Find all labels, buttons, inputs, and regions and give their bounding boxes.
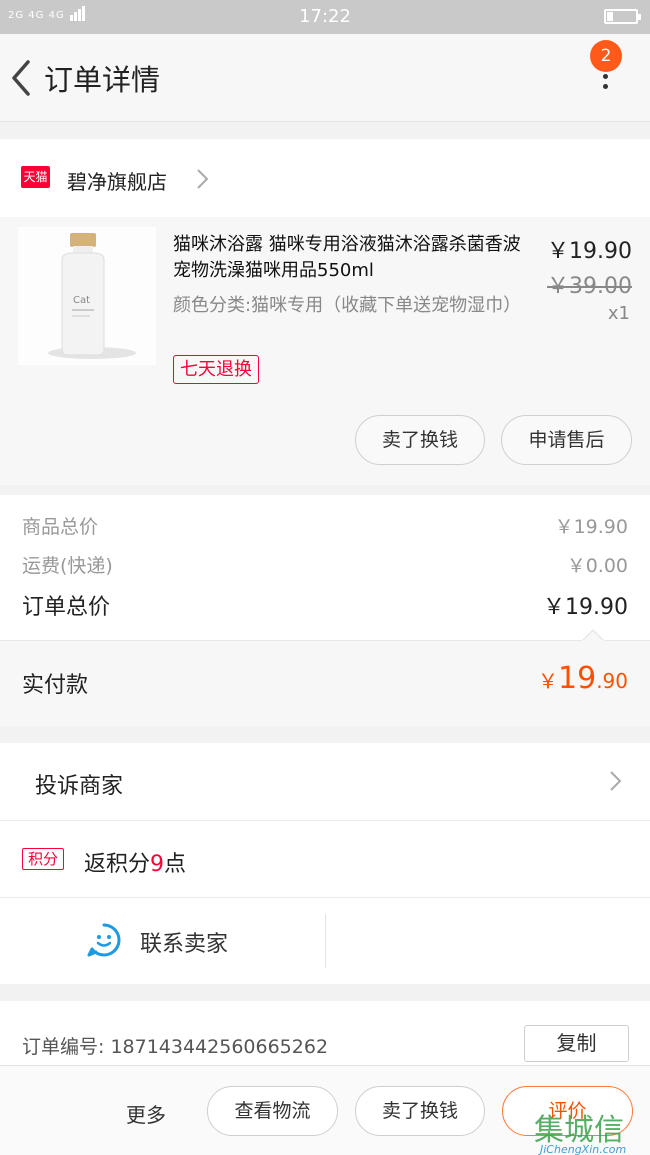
summary-row-subtotal: 商品总价 ￥19.90: [22, 512, 628, 539]
divider: [325, 914, 326, 968]
page-title: 订单详情: [44, 63, 161, 97]
paid-amount: ￥19.90: [538, 661, 628, 696]
paid-currency: ￥: [538, 669, 558, 693]
points-suffix: 点: [164, 852, 187, 877]
summary-value: ￥0.00: [566, 555, 628, 577]
points-number: 9: [150, 852, 165, 877]
summary-row-total: 订单总价 ￥19.90: [22, 589, 628, 621]
summary-label: 商品总价: [22, 516, 99, 538]
chat-bubble-icon: [87, 923, 121, 957]
points-text: 返积分9点: [84, 846, 186, 878]
tmall-logo: 天猫: [21, 166, 50, 188]
summary-label: 订单总价: [22, 595, 111, 620]
summary-label: 运费(快递): [22, 555, 113, 577]
more-button[interactable]: 更多: [126, 1099, 166, 1128]
after-sales-button[interactable]: 申请售后: [501, 415, 632, 465]
contact-seller-row: 联系卖家: [0, 898, 650, 984]
shop-row[interactable]: 天猫 碧净旗舰店: [0, 139, 650, 217]
original-price: ￥39.00: [547, 274, 632, 299]
chevron-right-icon: [610, 771, 622, 791]
points-row: 积分 返积分9点: [0, 821, 650, 898]
product-thumbnail[interactable]: Cat: [18, 227, 156, 365]
paid-amount-row: 实付款 ￥19.90: [0, 629, 650, 726]
product-card[interactable]: Cat 猫咪沐浴露 猫咪专用浴液猫沐浴露杀菌香波宠物洗澡猫咪用品550ml 颜色…: [0, 217, 650, 485]
return-policy-tag: 七天退换: [173, 355, 259, 384]
summary-value: ￥19.90: [554, 516, 628, 538]
points-tag: 积分: [22, 848, 64, 870]
summary-value: ￥19.90: [543, 595, 628, 620]
complain-label: 投诉商家: [35, 774, 124, 799]
watermark-url: JiChengXin.com: [540, 1143, 627, 1155]
battery-icon: [604, 9, 641, 24]
product-name[interactable]: 猫咪沐浴露 猫咪专用浴液猫沐浴露杀菌香波宠物洗澡猫咪用品550ml: [173, 232, 533, 284]
status-bar: 2G 4G 4G 17:22: [0, 0, 650, 34]
contact-seller-button[interactable]: 联系卖家: [140, 926, 228, 958]
watermark: 集城信 JiChengXin.com: [532, 1103, 650, 1155]
chevron-left-icon: [12, 60, 30, 96]
resell-button[interactable]: 卖了换钱: [355, 415, 485, 465]
bottle-label: Cat: [73, 295, 90, 306]
notification-badge: 2: [590, 40, 622, 72]
shop-name[interactable]: 碧净旗舰店: [67, 166, 167, 195]
chevron-right-icon: [197, 169, 209, 189]
bottle-image: Cat: [48, 233, 136, 359]
complain-seller-row[interactable]: 投诉商家: [0, 743, 650, 821]
resell-button-bottom[interactable]: 卖了换钱: [355, 1086, 485, 1136]
price-summary: 商品总价 ￥19.90 运费(快递) ￥0.00 订单总价 ￥19.90: [0, 495, 650, 640]
summary-row-shipping: 运费(快递) ￥0.00: [22, 551, 628, 578]
back-button[interactable]: [8, 58, 36, 98]
view-logistics-button[interactable]: 查看物流: [207, 1086, 338, 1136]
product-price: ￥19.90: [547, 239, 632, 264]
caret-up-icon: [582, 629, 604, 641]
order-number: 订单编号: 187143442560665262: [22, 1036, 329, 1058]
product-spec: 颜色分类:猫咪专用（收藏下单送宠物湿巾）: [173, 295, 522, 316]
product-quantity: x1: [607, 303, 630, 324]
points-prefix: 返积分: [84, 852, 151, 877]
copy-button[interactable]: 复制: [524, 1025, 629, 1062]
clock: 17:22: [299, 6, 351, 27]
paid-integer: 19: [558, 661, 597, 696]
more-menu-button[interactable]: 2: [590, 40, 630, 100]
paid-label: 实付款: [22, 673, 89, 698]
paid-decimal: .90: [596, 669, 628, 693]
header: 订单详情 2: [0, 34, 650, 122]
order-number-row: 订单编号: 187143442560665262 复制: [0, 1001, 650, 1065]
